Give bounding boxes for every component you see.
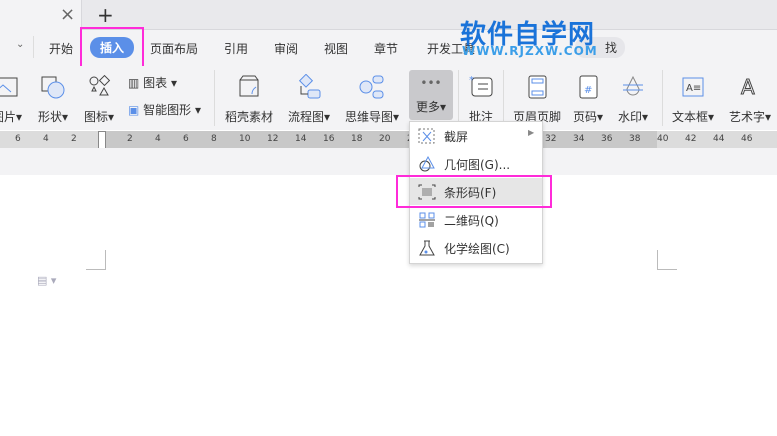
scissors-icon	[418, 128, 435, 144]
ruler-number: 18	[351, 134, 363, 144]
watermark-label: 水印	[618, 110, 643, 124]
icons-icon	[89, 74, 111, 96]
divider	[458, 70, 459, 126]
watermark-url: WWW.RJZXW.COM	[462, 44, 598, 58]
more-dots-icon: •••	[420, 76, 442, 90]
ruler-number: 16	[323, 134, 335, 144]
comment-icon: *	[469, 75, 493, 97]
tab-home[interactable]: 开始	[49, 40, 73, 57]
textbox-icon: A≡	[682, 77, 704, 97]
divider	[662, 70, 663, 126]
ruler-number: 12	[267, 134, 279, 144]
tab-page-layout[interactable]: 页面布局	[150, 40, 198, 57]
ruler-number: 34	[573, 134, 585, 144]
flowchart-label: 流程图	[288, 110, 325, 124]
shape-icon	[41, 76, 65, 99]
highlight-box-barcode	[396, 175, 552, 208]
icon-button[interactable]: 图标▾	[84, 74, 114, 125]
more-button[interactable]: ••• 更多▾	[409, 70, 453, 120]
icon-label: 图标	[84, 110, 109, 124]
picture-icon	[0, 77, 18, 97]
mindmap-label: 思维导图	[345, 110, 394, 124]
header-footer-button[interactable]: 页眉页脚	[513, 74, 561, 125]
margin-corner	[86, 250, 106, 270]
tab-review[interactable]: 审阅	[274, 40, 298, 57]
tab-bar	[0, 0, 777, 30]
textbox-label: 文本框	[672, 110, 709, 124]
divider	[214, 70, 215, 126]
comment-button[interactable]: * 批注	[468, 74, 494, 125]
store-icon	[239, 75, 259, 97]
document-tab[interactable]: ×	[0, 0, 82, 31]
ruler-number: 10	[239, 134, 251, 144]
smart-art-icon: ▣	[128, 103, 144, 117]
qrcode-icon	[419, 212, 435, 228]
menu-item-geometry[interactable]: 几何图(G)...	[410, 150, 542, 177]
svg-text:#: #	[584, 85, 592, 96]
smart-art-button[interactable]: ▣ 智能图形 ▾	[128, 101, 201, 118]
picture-button[interactable]: 图片▾	[0, 74, 22, 125]
close-tab-icon[interactable]: ×	[60, 4, 75, 25]
geometry-icon	[419, 155, 435, 172]
chart-icon: ▥	[128, 76, 144, 90]
ruler-number: 42	[685, 134, 697, 144]
flask-icon	[419, 240, 435, 256]
picture-label: 图片	[0, 110, 17, 124]
paragraph-layout-icon[interactable]: ▤ ▾	[37, 274, 56, 287]
svg-text:*: *	[469, 75, 474, 86]
menu-item-screenshot[interactable]: 截屏 ▶	[410, 122, 542, 149]
ruler-number: 2	[127, 134, 133, 144]
ruler-number: 40	[657, 134, 669, 144]
flowchart-button[interactable]: 流程图▾	[288, 74, 330, 125]
page-number-label: 页码	[573, 110, 598, 124]
wordart-icon: A	[741, 75, 756, 100]
shape-label: 形状	[38, 110, 63, 124]
page-number-button[interactable]: # 页码▾	[573, 74, 603, 125]
submenu-arrow-icon: ▶	[528, 128, 535, 137]
wordart-button[interactable]: A 艺术字▾	[729, 74, 771, 125]
materials-label: 稻壳素材	[225, 110, 274, 124]
collapse-chevron-icon[interactable]: ⌄	[16, 39, 24, 50]
menu-item-chemistry[interactable]: 化学绘图(C)	[410, 234, 542, 261]
tab-view[interactable]: 视图	[324, 40, 348, 57]
page-number-icon: #	[579, 75, 598, 99]
mindmap-button[interactable]: 思维导图▾	[345, 74, 399, 125]
page-background	[0, 148, 777, 175]
highlight-box-insert	[80, 27, 144, 69]
ruler-number: 4	[43, 134, 49, 144]
textbox-button[interactable]: A≡ 文本框▾	[672, 74, 714, 125]
margin-corner	[657, 250, 677, 270]
ruler-number: 6	[183, 134, 189, 144]
ruler-number: 8	[211, 134, 217, 144]
ruler-number: 6	[15, 134, 21, 144]
svg-text:A: A	[741, 75, 755, 99]
ruler-number: 4	[155, 134, 161, 144]
ruler-number: 14	[295, 134, 307, 144]
menu-item-qrcode[interactable]: 二维码(Q)	[410, 206, 542, 233]
more-label: 更多	[415, 100, 440, 114]
ruler-number: 44	[713, 134, 725, 144]
watermark-button[interactable]: 水印▾	[618, 74, 648, 125]
mindmap-icon	[359, 75, 384, 99]
tab-section[interactable]: 章节	[374, 40, 398, 57]
wordart-label: 艺术字	[729, 110, 766, 124]
watermark-icon	[623, 75, 644, 96]
ruler-number: 2	[71, 134, 77, 144]
svg-text:A≡: A≡	[686, 83, 701, 94]
ruler-number: 38	[629, 134, 641, 144]
divider	[503, 70, 504, 126]
new-tab-button[interactable]: +	[97, 3, 114, 27]
ruler-number: 32	[545, 134, 557, 144]
flowchart-icon	[298, 74, 321, 99]
ruler-number: 36	[601, 134, 613, 144]
document-page[interactable]	[0, 175, 777, 436]
tab-references[interactable]: 引用	[224, 40, 248, 57]
shape-button[interactable]: 形状▾	[38, 74, 68, 125]
chart-button[interactable]: ▥ 图表 ▾	[128, 74, 177, 91]
header-footer-icon	[528, 75, 547, 99]
ruler-number: 46	[741, 134, 753, 144]
ruler-number: 20	[379, 134, 391, 144]
materials-button[interactable]: 稻壳素材	[225, 74, 273, 125]
